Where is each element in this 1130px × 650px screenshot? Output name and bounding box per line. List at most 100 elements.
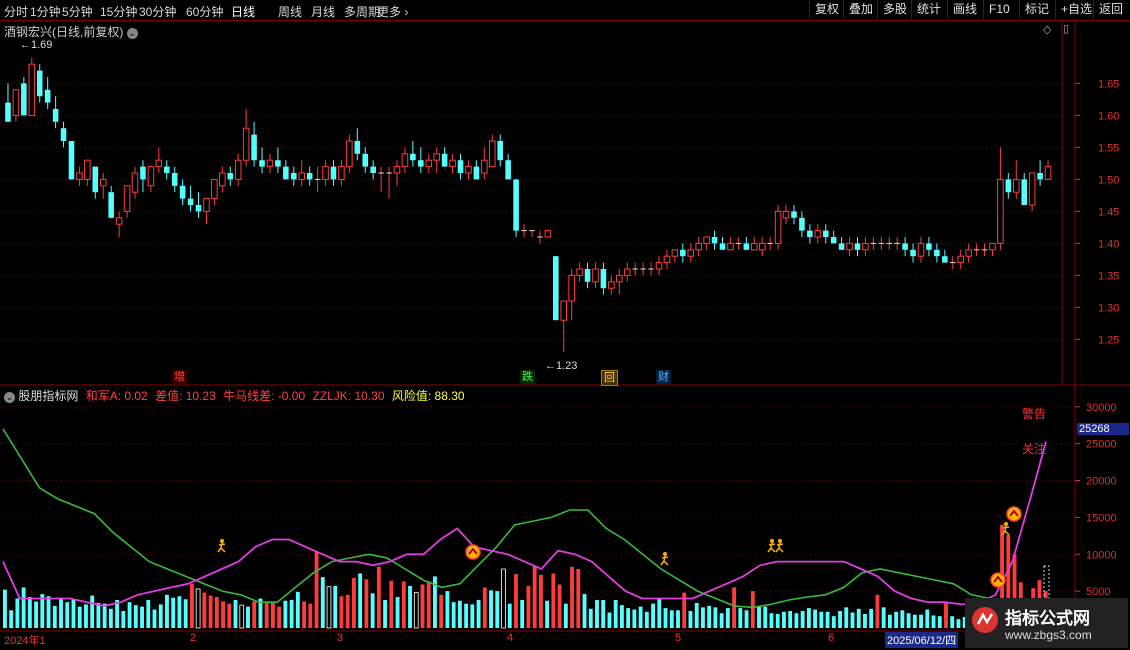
indicator-bar: [464, 603, 469, 628]
upper-grid: [0, 82, 1062, 340]
stock-title-text: 酒钢宏兴(日线,前复权): [4, 25, 124, 39]
toolbar-tab-7[interactable]: 周线: [278, 3, 302, 20]
indicator-bar: [619, 605, 624, 628]
indicator-bar: [912, 614, 917, 628]
indicator-bar: [538, 574, 543, 628]
signal-markers: [217, 506, 1050, 601]
toolbar-button-7[interactable]: +自选: [1055, 0, 1097, 19]
indicator-bar: [601, 599, 606, 628]
indicator-bar: [65, 602, 70, 628]
indicator-bar: [457, 600, 462, 628]
candle-body: [655, 262, 663, 270]
marker-hui[interactable]: 回: [601, 370, 618, 386]
indicator-bar: [413, 592, 419, 629]
x-label-2: 3: [337, 632, 344, 644]
candle-body: [306, 173, 313, 180]
indicator-bar: [171, 597, 176, 628]
candle-body: [92, 166, 99, 193]
runner-icon: [660, 555, 669, 566]
indicator-bar: [595, 599, 599, 628]
indicator-bar: [277, 606, 282, 628]
toolbar-button-2[interactable]: 多股: [877, 0, 912, 19]
candle-body: [131, 172, 139, 193]
toolbar-button-8[interactable]: 返回: [1093, 0, 1128, 19]
toolbar-button-6[interactable]: 标记: [1019, 0, 1054, 19]
candle-body: [425, 159, 433, 168]
indicator-bar: [326, 586, 332, 629]
candle-body: [465, 166, 472, 174]
toolbar-button-0[interactable]: 复权: [809, 0, 844, 19]
candle-body: [592, 268, 599, 283]
high-price-label: ←1.69: [20, 39, 53, 51]
candle-body: [441, 153, 448, 167]
indicator-bar: [283, 600, 288, 628]
candle-body: [497, 141, 503, 161]
toolbar-tab-3[interactable]: 15分钟: [100, 3, 137, 20]
marker-zeng[interactable]: 增: [172, 370, 187, 384]
toolbar-tab-0[interactable]: 分时: [4, 3, 28, 20]
indicator-dropdown-icon[interactable]: ⌄: [4, 392, 15, 403]
candle-body: [488, 140, 496, 168]
candle-body: [21, 83, 27, 116]
diamond-icon[interactable]: ◇: [1043, 23, 1051, 36]
toolbar-tab-1[interactable]: 1分钟: [30, 3, 61, 20]
toolbar-button-1[interactable]: 叠加: [843, 0, 878, 19]
toolbar-button-5[interactable]: F10: [983, 0, 1015, 19]
indicator-bar: [246, 606, 250, 628]
candle-body: [322, 166, 329, 180]
indicator-bar: [725, 608, 730, 628]
toolbar-tab-8[interactable]: 月线: [311, 3, 335, 20]
indicator-bar: [352, 577, 356, 628]
indicator-bar: [177, 596, 182, 628]
toolbar-button-4[interactable]: 画线: [947, 0, 982, 19]
indicator-header: ⌄ 股朋指标网 和军A: 0.02 差值: 10.23 牛马线差: -0.00 …: [4, 387, 465, 404]
stock-title[interactable]: 酒钢宏兴(日线,前复权) ⌄: [4, 23, 138, 40]
indicator-bar: [819, 611, 824, 628]
marker-cai[interactable]: 财: [656, 370, 671, 384]
indicator-bar: [694, 602, 699, 628]
candle-body: [750, 242, 758, 251]
toolbar-tab-9[interactable]: 多周期: [344, 3, 380, 20]
marker-die[interactable]: 跌: [520, 370, 535, 384]
indicator-bar: [314, 552, 319, 628]
watermark-url: www.zbgs3.com: [1005, 628, 1092, 642]
candle-body: [418, 160, 424, 167]
indicator-name[interactable]: 股朋指标网: [18, 389, 78, 403]
indicator-bar: [806, 608, 811, 628]
candle-body: [576, 268, 583, 276]
indicator-bar: [651, 603, 656, 628]
indicator-bar: [439, 594, 444, 628]
toolbar-tab-2[interactable]: 5分钟: [62, 3, 93, 20]
toolbar-tab-6[interactable]: 日线: [231, 3, 255, 20]
indicator-bar: [133, 605, 138, 628]
candle-body: [370, 166, 376, 173]
upper-y-axis: 1.65 1.60 1.55 1.50 1.45 1.40 1.35 1.30 1.25: [1075, 78, 1119, 346]
candle-body: [822, 230, 829, 237]
toolbar-tab-5[interactable]: 60分钟: [186, 3, 223, 20]
indicator-bar: [46, 596, 51, 628]
y-tick-label: 1.40: [1098, 238, 1119, 250]
y-tick-label: 1.35: [1098, 270, 1119, 282]
indicator-bar: [576, 569, 581, 628]
toolbar-tab-4[interactable]: 30分钟: [139, 3, 176, 20]
indicator-bar: [34, 601, 39, 628]
toolbar-tab-10[interactable]: 更多 ›: [377, 3, 408, 20]
indicator-bar: [15, 598, 20, 628]
panel-toggle-icon[interactable]: ▯: [1063, 22, 1069, 35]
candle-body: [52, 109, 59, 122]
runner-icon: [1004, 522, 1008, 526]
kline-chart[interactable]: 1.65 1.60 1.55 1.50 1.45 1.40 1.35 1.30 1.25 300…: [0, 20, 1130, 650]
candle-body: [211, 178, 218, 200]
indicator-bar: [339, 596, 344, 628]
title-dropdown-icon[interactable]: ⌄: [126, 28, 138, 39]
candle-body: [782, 210, 790, 219]
candle-body: [354, 141, 361, 154]
candle-body: [195, 205, 202, 212]
indicator-bar: [950, 616, 955, 628]
toolbar-button-3[interactable]: 统计: [911, 0, 946, 19]
indicator-bar: [489, 590, 493, 628]
indicator-bar: [71, 599, 76, 628]
candle-body: [687, 249, 695, 257]
y-tick-label: 1.65: [1098, 78, 1119, 90]
candle-body: [616, 274, 623, 283]
